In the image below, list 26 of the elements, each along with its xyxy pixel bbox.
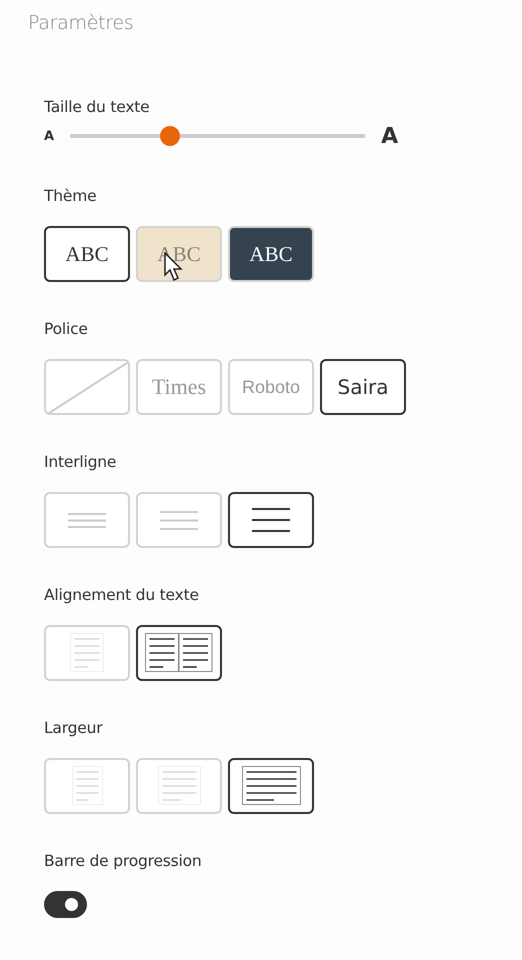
section-label: Barre de progression [44,852,203,870]
progress-bar-toggle[interactable] [44,891,87,918]
theme-option[interactable]: ABC [44,226,130,282]
line-spacing-icon [159,510,199,530]
theme-option[interactable]: ABC [228,226,314,282]
section-label: Largeur [44,719,104,737]
page-width-icon [158,766,200,806]
large-text-glyph: A [381,124,398,148]
page-icon [70,633,104,673]
line-spacing-icon [251,508,291,532]
small-text-glyph: A [44,128,54,144]
section-label: Interligne [44,453,118,471]
font-option[interactable]: Saira [320,359,406,415]
section-label: Thème [44,187,98,205]
section-label: Taille du texte [44,98,151,116]
width-option[interactable] [228,758,314,814]
page-width-icon [242,766,300,806]
slider-thumb[interactable] [160,126,180,146]
section-label: Alignement du texte [44,586,200,604]
settings-title: Paramètres [28,12,134,34]
section-label: Police [44,320,89,338]
two-page-icon [145,633,213,673]
line-spacing-option[interactable] [228,492,314,548]
line-spacing-icon [67,512,107,528]
alignment-option[interactable] [136,625,222,681]
page-width-icon [72,766,102,806]
